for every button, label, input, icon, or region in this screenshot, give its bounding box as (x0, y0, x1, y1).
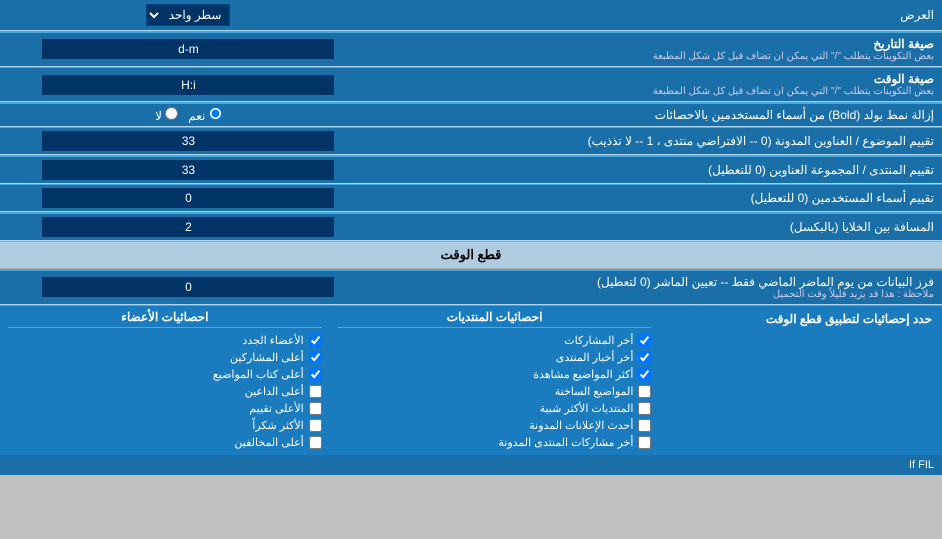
stats-posts-header: احصائيات المنتديات (338, 310, 652, 328)
stats-posts-col: احصائيات المنتديات أخر المشاركات أخر أخب… (330, 306, 660, 455)
stat-posts-item-2: أكثر المواضيع مشاهدة (338, 366, 652, 383)
cuttime-header: قطع الوقت (0, 242, 942, 269)
topics-order-input-cell (0, 128, 377, 155)
stat-posts-item-6: أخر مشاركات المنتدى المدونة (338, 434, 652, 451)
stat-members-item-0: الأعضاء الجدد (8, 332, 322, 349)
topics-order-input[interactable] (42, 131, 334, 151)
stats-inner-row: حدد إحصائيات لتطبيق قطع الوقت احصائيات ا… (0, 306, 942, 455)
stat-members-cb-6[interactable] (309, 436, 322, 449)
top-row: العرض سطر واحد سطران ثلاثة أسطر (0, 0, 942, 31)
date-format-input-cell (0, 33, 377, 67)
stat-members-item-5: الأكثر شكراً (8, 417, 322, 434)
forum-order-input-cell (0, 157, 377, 184)
stat-posts-item-3: المواضيع الساخنة (338, 383, 652, 400)
top-label: العرض (377, 0, 942, 31)
stat-members-item-3: أعلى الداعين (8, 383, 322, 400)
topics-order-label: تقييم الموضوع / العناوين المدونة (0 -- ا… (377, 128, 942, 155)
cuttime-data-row: فرز البيانات من يوم الماضر الماضي فقط --… (0, 271, 942, 305)
stat-posts-cb-1[interactable] (638, 351, 651, 364)
users-order-input[interactable] (42, 188, 334, 208)
bottom-note-row: If FIL (0, 455, 942, 475)
time-format-row: صيغة الوقت بعض التكوينات يتطلب "/" التي … (0, 68, 942, 102)
stat-members-item-4: الأعلى تقييم (8, 400, 322, 417)
stat-members-cb-4[interactable] (309, 402, 322, 415)
topics-order-row: تقييم الموضوع / العناوين المدونة (0 -- ا… (0, 128, 942, 155)
stat-posts-item-5: أحدث الإعلانات المدونة (338, 417, 652, 434)
time-format-input[interactable] (42, 75, 334, 95)
bold-remove-control: نعم لا (0, 104, 377, 127)
stat-posts-cb-2[interactable] (638, 368, 651, 381)
date-format-row: صيغة التاريخ بعض التكوينات يتطلب "/" الت… (0, 33, 942, 67)
bold-remove-label: إزالة نمط بولد (Bold) من أسماء المستخدمي… (377, 104, 942, 127)
stat-posts-cb-0[interactable] (638, 334, 651, 347)
forum-order-input[interactable] (42, 160, 334, 180)
cuttime-header-row: قطع الوقت (0, 242, 942, 269)
space-between-row: المسافة بين الخلايا (بالبكسل) (0, 214, 942, 241)
stats-section-label: حدد إحصائيات لتطبيق قطع الوقت (659, 306, 942, 455)
cuttime-input-cell (0, 271, 377, 305)
cuttime-input[interactable] (42, 277, 334, 297)
date-format-input[interactable] (42, 39, 334, 59)
stat-members-cb-5[interactable] (309, 419, 322, 432)
stat-posts-cb-4[interactable] (638, 402, 651, 415)
bold-no-radio[interactable] (165, 107, 178, 120)
stat-members-cb-2[interactable] (309, 368, 322, 381)
bold-yes-radio[interactable] (209, 107, 222, 120)
users-order-input-cell (0, 185, 377, 212)
stat-members-cb-3[interactable] (309, 385, 322, 398)
cuttime-label: فرز البيانات من يوم الماضر الماضي فقط --… (377, 271, 942, 305)
forum-order-label: تقييم المنتدى / المجموعة العناوين (0 للت… (377, 157, 942, 184)
bold-remove-row: إزالة نمط بولد (Bold) من أسماء المستخدمي… (0, 104, 942, 127)
stat-posts-cb-6[interactable] (638, 436, 651, 449)
stat-members-item-6: أعلى المخالفين (8, 434, 322, 451)
stats-row: حدد إحصائيات لتطبيق قطع الوقت احصائيات ا… (0, 306, 942, 455)
bottom-note: If FIL (0, 455, 942, 475)
stats-members-col: احصائيات الأعضاء الأعضاء الجدد أعلى المش… (0, 306, 330, 455)
stat-posts-item-4: المنتديات الأكثر شبية (338, 400, 652, 417)
display-select[interactable]: سطر واحد سطران ثلاثة أسطر (146, 4, 230, 26)
time-format-input-cell (0, 68, 377, 102)
bold-no-label: لا (155, 107, 178, 123)
stat-posts-item-0: أخر المشاركات (338, 332, 652, 349)
top-control-cell: سطر واحد سطران ثلاثة أسطر (0, 0, 377, 31)
users-order-row: تقييم أسماء المستخدمين (0 للتعطيل) (0, 185, 942, 212)
space-between-input-cell (0, 214, 377, 241)
stat-posts-item-1: أخر أخبار المنتدى (338, 349, 652, 366)
space-between-input[interactable] (42, 217, 334, 237)
stats-members-header: احصائيات الأعضاء (8, 310, 322, 328)
stat-members-item-2: أعلى كتاب المواضيع (8, 366, 322, 383)
date-format-label: صيغة التاريخ بعض التكوينات يتطلب "/" الت… (377, 33, 942, 67)
stat-posts-cb-3[interactable] (638, 385, 651, 398)
time-format-label: صيغة الوقت بعض التكوينات يتطلب "/" التي … (377, 68, 942, 102)
users-order-label: تقييم أسماء المستخدمين (0 للتعطيل) (377, 185, 942, 212)
space-between-label: المسافة بين الخلايا (بالبكسل) (377, 214, 942, 241)
bold-yes-label: نعم (188, 107, 221, 123)
stat-members-item-1: أعلى المشاركين (8, 349, 322, 366)
stat-members-cb-1[interactable] (309, 351, 322, 364)
forum-order-row: تقييم المنتدى / المجموعة العناوين (0 للت… (0, 157, 942, 184)
stat-posts-cb-5[interactable] (638, 419, 651, 432)
stat-members-cb-0[interactable] (309, 334, 322, 347)
